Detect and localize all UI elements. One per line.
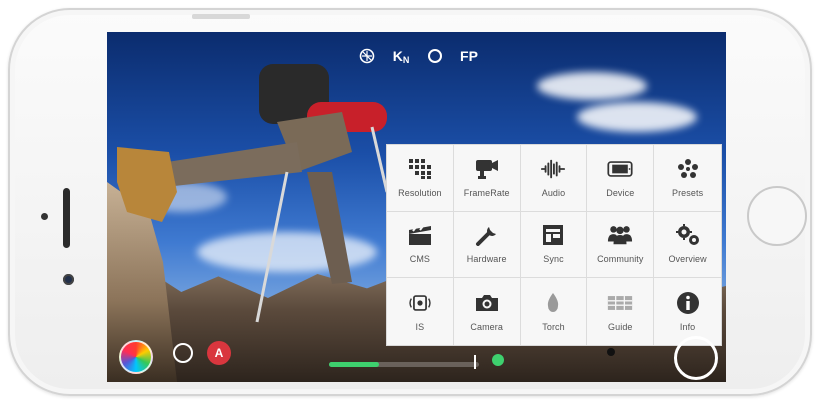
proximity-sensor	[41, 213, 48, 220]
overview-icon	[675, 224, 701, 246]
menu-item-community[interactable]: Community	[587, 211, 655, 279]
info-icon	[675, 291, 701, 314]
settings-gear-icon[interactable]	[607, 348, 615, 356]
menu-item-label: Device	[606, 187, 635, 198]
focus-ring-icon[interactable]	[425, 46, 445, 66]
camera-icon	[474, 292, 500, 314]
color-wheel-button[interactable]	[119, 340, 153, 374]
audio-level-fill	[329, 362, 379, 367]
sync-icon	[540, 224, 566, 246]
cms-icon	[407, 224, 433, 246]
device-icon	[607, 158, 633, 180]
kelvin-sub-label: N	[402, 55, 410, 65]
auto-mode-label: A	[214, 346, 224, 360]
menu-item-label: IS	[415, 321, 425, 332]
menu-item-label: Overview	[668, 254, 707, 265]
menu-item-camera[interactable]: Camera	[453, 278, 521, 345]
kelvin-label: K	[392, 48, 403, 64]
settings-menu-grid: Resolution FrameRate Audio Device Preset…	[386, 144, 722, 346]
menu-item-label: Torch	[542, 321, 565, 332]
menu-item-label: Guide	[608, 321, 633, 332]
guide-icon	[607, 292, 633, 314]
top-toolbar: KN FP	[357, 46, 479, 66]
record-button[interactable]	[674, 336, 718, 380]
menu-item-hardware[interactable]: Hardware	[453, 211, 521, 279]
volume-button	[192, 14, 250, 19]
menu-item-label: Camera	[470, 321, 503, 332]
menu-item-info[interactable]: Info	[654, 278, 721, 345]
presets-icon	[675, 158, 701, 180]
focus-peaking-icon[interactable]: FP	[459, 46, 479, 66]
audio-icon	[540, 158, 566, 180]
focus-mode-icon[interactable]	[173, 343, 193, 363]
menu-item-torch[interactable]: Torch	[520, 278, 588, 345]
menu-item-overview[interactable]: Overview	[654, 211, 721, 279]
menu-item-label: Hardware	[466, 254, 507, 265]
menu-item-label: Sync	[543, 254, 564, 265]
framerate-icon	[474, 158, 500, 180]
menu-item-label: Info	[679, 321, 696, 332]
level-indicator-dot	[492, 354, 504, 366]
hardware-icon	[474, 224, 500, 247]
menu-item-label: FrameRate	[463, 187, 510, 198]
menu-item-label: Community	[597, 254, 644, 265]
auto-mode-button[interactable]: A	[207, 341, 231, 365]
level-marker	[474, 355, 476, 369]
menu-item-resolution[interactable]: Resolution	[387, 145, 454, 212]
camera-viewfinder[interactable]: KN FP Resolution FrameRate Audio Device …	[107, 32, 726, 382]
menu-item-presets[interactable]: Presets	[654, 145, 721, 212]
home-button[interactable]	[747, 186, 807, 246]
menu-item-is[interactable]: IS	[387, 278, 454, 345]
focus-peaking-label: FP	[460, 48, 478, 64]
earpiece-speaker	[63, 188, 70, 248]
menu-item-label: CMS	[409, 254, 431, 265]
resolution-icon	[407, 158, 433, 180]
menu-item-label: Audio	[541, 187, 566, 198]
white-balance-kelvin-icon[interactable]: KN	[391, 46, 411, 66]
menu-item-sync[interactable]: Sync	[520, 211, 588, 279]
menu-item-cms[interactable]: CMS	[387, 211, 454, 279]
menu-item-label: Presets	[671, 187, 704, 198]
stabilization-mode-icon[interactable]	[357, 46, 377, 66]
front-camera	[63, 274, 74, 285]
menu-item-audio[interactable]: Audio	[520, 145, 588, 212]
torch-icon	[540, 292, 566, 314]
menu-item-label: Resolution	[398, 187, 442, 198]
audio-level-meter	[329, 362, 479, 367]
community-icon	[607, 224, 633, 246]
menu-item-guide[interactable]: Guide	[587, 278, 655, 345]
menu-item-device[interactable]: Device	[587, 145, 655, 212]
is-icon	[407, 292, 433, 314]
menu-item-framerate[interactable]: FrameRate	[453, 145, 521, 212]
